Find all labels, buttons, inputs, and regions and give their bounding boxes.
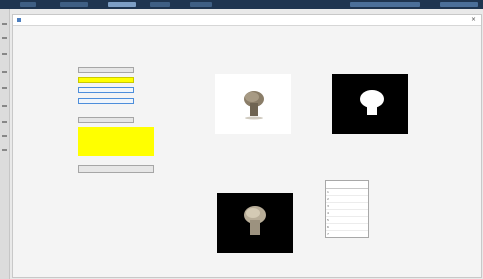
row-index: 4 bbox=[327, 211, 329, 215]
taskbar-clock[interactable] bbox=[440, 2, 478, 7]
toolbar-mark[interactable] bbox=[2, 121, 7, 123]
toolbar-mark[interactable] bbox=[2, 135, 7, 137]
load-image-button[interactable] bbox=[78, 67, 134, 73]
toolbar-mark[interactable] bbox=[2, 23, 7, 25]
close-icon[interactable]: × bbox=[471, 16, 476, 23]
row-index: 1 bbox=[327, 190, 329, 194]
threshold-button[interactable] bbox=[78, 77, 134, 83]
row-index: 3 bbox=[327, 204, 329, 208]
toolbar-mark[interactable] bbox=[2, 149, 7, 151]
toolbar-mark[interactable] bbox=[2, 53, 7, 55]
table-row[interactable]: 7 bbox=[326, 231, 368, 237]
method-dropdown[interactable] bbox=[78, 98, 134, 104]
table-row[interactable]: 5 bbox=[326, 217, 368, 224]
table-row[interactable]: 1 bbox=[326, 189, 368, 196]
taskbar bbox=[0, 0, 483, 9]
side-toolbar bbox=[0, 9, 10, 279]
table-row[interactable]: 4 bbox=[326, 210, 368, 217]
toolbar-mark[interactable] bbox=[2, 105, 7, 107]
app-icon bbox=[17, 18, 21, 22]
toolbar-mark[interactable] bbox=[2, 87, 7, 89]
taskbar-item[interactable] bbox=[190, 2, 212, 7]
mushroom-image bbox=[244, 206, 266, 235]
reset-button[interactable] bbox=[78, 165, 154, 173]
table-row[interactable]: 6 bbox=[326, 224, 368, 231]
row-index: 2 bbox=[327, 197, 329, 201]
taskbar-item[interactable] bbox=[150, 2, 170, 7]
taskbar-tray[interactable] bbox=[350, 2, 420, 7]
mushroom-mask-image bbox=[360, 90, 384, 115]
taskbar-item-active[interactable] bbox=[108, 2, 136, 7]
original-image bbox=[215, 74, 291, 134]
mushroom-image bbox=[244, 91, 264, 120]
toolbar-mark[interactable] bbox=[2, 71, 7, 73]
table-header bbox=[326, 181, 368, 189]
row-index: 6 bbox=[327, 225, 329, 229]
table-row[interactable]: 2 bbox=[326, 196, 368, 203]
statistics-button[interactable] bbox=[78, 117, 134, 123]
segmented-image bbox=[217, 193, 293, 253]
result-display bbox=[78, 127, 154, 156]
threshold-image bbox=[332, 74, 408, 134]
toolbar-mark[interactable] bbox=[2, 37, 7, 39]
row-index: 5 bbox=[327, 218, 329, 222]
statistics-table[interactable]: 1 2 3 4 5 6 7 bbox=[325, 180, 369, 238]
segment-button[interactable] bbox=[78, 87, 134, 93]
title-bar: × bbox=[13, 15, 481, 26]
table-row[interactable]: 3 bbox=[326, 203, 368, 210]
taskbar-item[interactable] bbox=[60, 2, 88, 7]
taskbar-item[interactable] bbox=[20, 2, 36, 7]
row-index: 7 bbox=[327, 232, 329, 236]
